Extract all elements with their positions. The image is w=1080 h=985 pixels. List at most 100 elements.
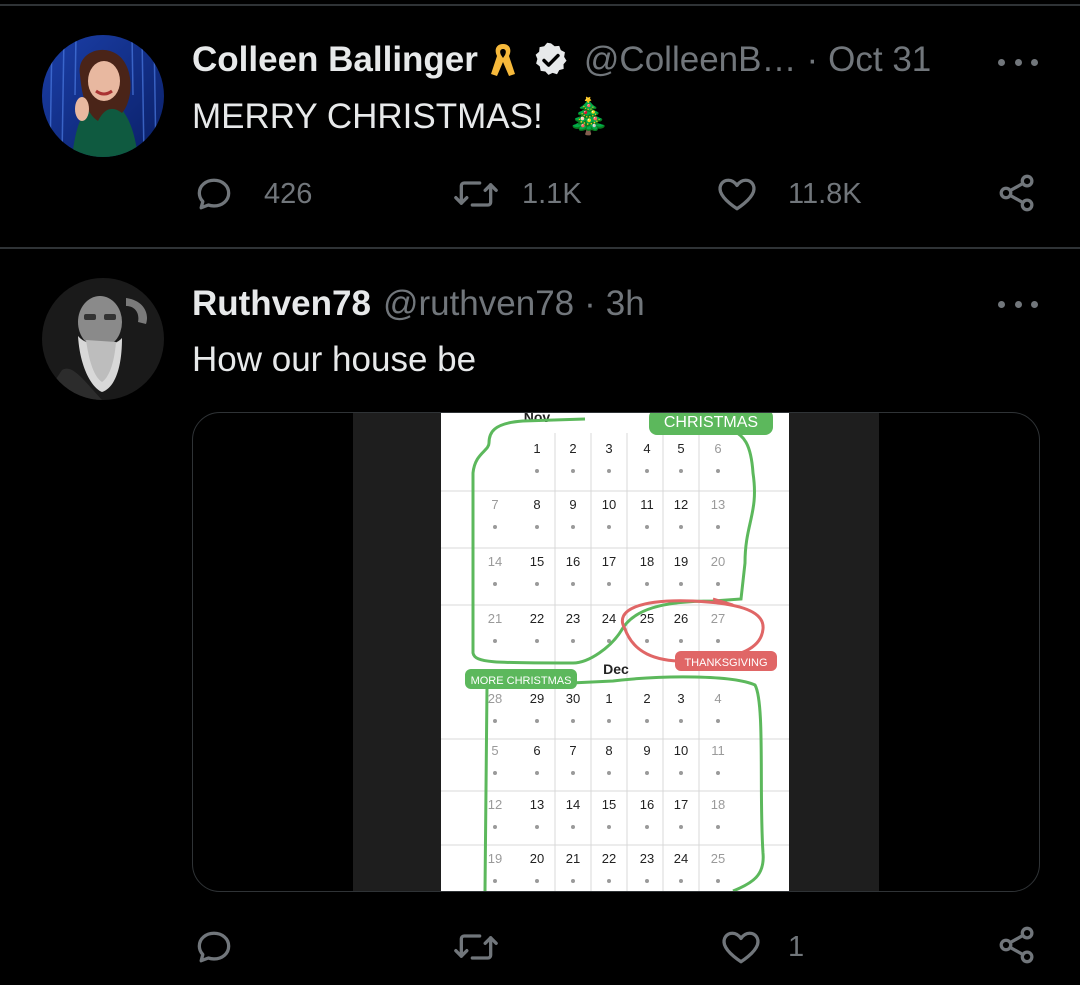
tweet-text-content: MERRY CHRISTMAS! <box>192 97 543 136</box>
calendar-day-dot <box>716 582 720 586</box>
calendar-day: 17 <box>602 554 616 569</box>
calendar-day-dot <box>716 639 720 643</box>
calendar-day: 18 <box>640 554 654 569</box>
separator-dot: · <box>806 40 819 79</box>
like-count: 1 <box>788 930 805 963</box>
calendar-image[interactable]: 1 2 3 4 5 67 8 9 10 11 12 1314 15 16 17 18 19 2021 22 23 24 2… <box>193 413 1039 891</box>
share-icon <box>999 174 1034 212</box>
avatar-ruthven[interactable] <box>42 278 164 400</box>
calendar-day: 4 <box>643 441 650 456</box>
calendar-day-dot <box>493 525 497 529</box>
calendar-day-dot <box>607 825 611 829</box>
reply-icon <box>197 178 231 210</box>
reply-button[interactable]: 426 <box>192 172 312 216</box>
handle[interactable]: @ruthven78 <box>383 284 574 324</box>
calendar-day-dot <box>645 582 649 586</box>
calendar-day-dot <box>645 639 649 643</box>
calendar-day: 11 <box>711 743 725 758</box>
tweet-media[interactable]: 1 2 3 4 5 6 7 8 9 10 11 12 13 14 15 16 17 18 19 20 21 22 23 24 2… <box>192 412 1040 892</box>
calendar-day: 23 <box>640 851 654 866</box>
retweet-count: 1.1K <box>522 177 582 210</box>
calendar-day-dot <box>535 719 539 723</box>
calendar-day: 4 <box>714 691 721 706</box>
calendar-day: 16 <box>640 797 654 812</box>
tweet-divider <box>0 247 1080 249</box>
calendar-day-dot <box>679 825 683 829</box>
calendar-day: 19 <box>488 851 502 866</box>
retweet-button[interactable] <box>452 925 500 969</box>
calendar-day-dot <box>679 469 683 473</box>
calendar-day-dot <box>571 582 575 586</box>
calendar-day-dot <box>607 582 611 586</box>
calendar-day: 18 <box>711 797 725 812</box>
calendar-day-dot <box>716 879 720 883</box>
like-button[interactable]: 1 <box>718 925 804 969</box>
share-button[interactable] <box>995 170 1039 216</box>
share-button[interactable] <box>995 922 1039 968</box>
timestamp[interactable]: 3h <box>606 284 645 324</box>
dec-label: Dec <box>603 661 629 677</box>
calendar-day: 9 <box>643 743 650 758</box>
tweet-text: How our house be <box>192 340 477 379</box>
calendar-day: 24 <box>674 851 688 866</box>
calendar-day: 16 <box>566 554 580 569</box>
calendar-day-dot <box>607 879 611 883</box>
calendar-day-dot <box>645 469 649 473</box>
calendar-day-dot <box>645 719 649 723</box>
calendar-day-dot <box>645 879 649 883</box>
calendar-day: 9 <box>569 497 576 512</box>
display-name[interactable]: Ruthven78 <box>192 284 371 324</box>
calendar-day: 28 <box>488 691 502 706</box>
tweet-header: Colleen Ballinger @ColleenB… · Oct 31 <box>192 40 931 80</box>
calendar-day-dot <box>607 771 611 775</box>
calendar-day-dot <box>493 719 497 723</box>
calendar-day-dot <box>679 582 683 586</box>
calendar-day: 20 <box>530 851 544 866</box>
calendar-day: 10 <box>602 497 616 512</box>
calendar-day-dot <box>535 771 539 775</box>
calendar-day: 23 <box>566 611 580 626</box>
more-christmas-label: MORE CHRISTMAS <box>471 675 572 687</box>
calendar-day-dot <box>645 771 649 775</box>
calendar-day-dot <box>679 771 683 775</box>
display-name[interactable]: Colleen Ballinger <box>192 40 478 80</box>
calendar-day: 13 <box>530 797 544 812</box>
top-divider <box>0 4 1080 6</box>
more-options-icon[interactable] <box>998 294 1038 314</box>
calendar-day: 14 <box>566 797 580 812</box>
timestamp[interactable]: Oct 31 <box>828 40 931 80</box>
calendar-day: 19 <box>674 554 688 569</box>
calendar-day: 25 <box>711 851 725 866</box>
retweet-button[interactable]: 1.1K <box>452 172 582 216</box>
ribbon-icon <box>488 40 518 80</box>
calendar-day-dot <box>493 771 497 775</box>
reply-button[interactable] <box>192 925 236 969</box>
calendar-day-dot <box>645 825 649 829</box>
handle[interactable]: @ColleenB… <box>584 40 797 80</box>
calendar-day-dot <box>535 525 539 529</box>
calendar-day-dot <box>645 525 649 529</box>
more-options-icon[interactable] <box>998 52 1038 72</box>
calendar-day-dot <box>716 825 720 829</box>
calendar-day: 12 <box>488 797 502 812</box>
calendar-day-dot <box>571 639 575 643</box>
calendar-day-dot <box>716 719 720 723</box>
calendar-day: 13 <box>711 497 725 512</box>
reply-icon <box>197 931 231 963</box>
calendar-day-dot <box>493 825 497 829</box>
calendar-day-dot <box>493 582 497 586</box>
calendar-day-dot <box>571 771 575 775</box>
calendar-day-dot <box>716 525 720 529</box>
like-button[interactable]: 11.8K <box>714 172 862 216</box>
calendar-day-dot <box>716 771 720 775</box>
avatar-colleen[interactable] <box>42 35 164 157</box>
reply-count: 426 <box>264 177 313 210</box>
christmas-label: CHRISTMAS <box>664 414 758 431</box>
calendar-day: 6 <box>714 441 721 456</box>
calendar-day: 6 <box>533 743 540 758</box>
calendar-day: 21 <box>566 851 580 866</box>
calendar-day: 1 <box>605 691 612 706</box>
tweet-text: MERRY CHRISTMAS! 🎄 <box>192 96 610 137</box>
calendar-day: 1 <box>533 441 540 456</box>
calendar-day-dot <box>571 525 575 529</box>
